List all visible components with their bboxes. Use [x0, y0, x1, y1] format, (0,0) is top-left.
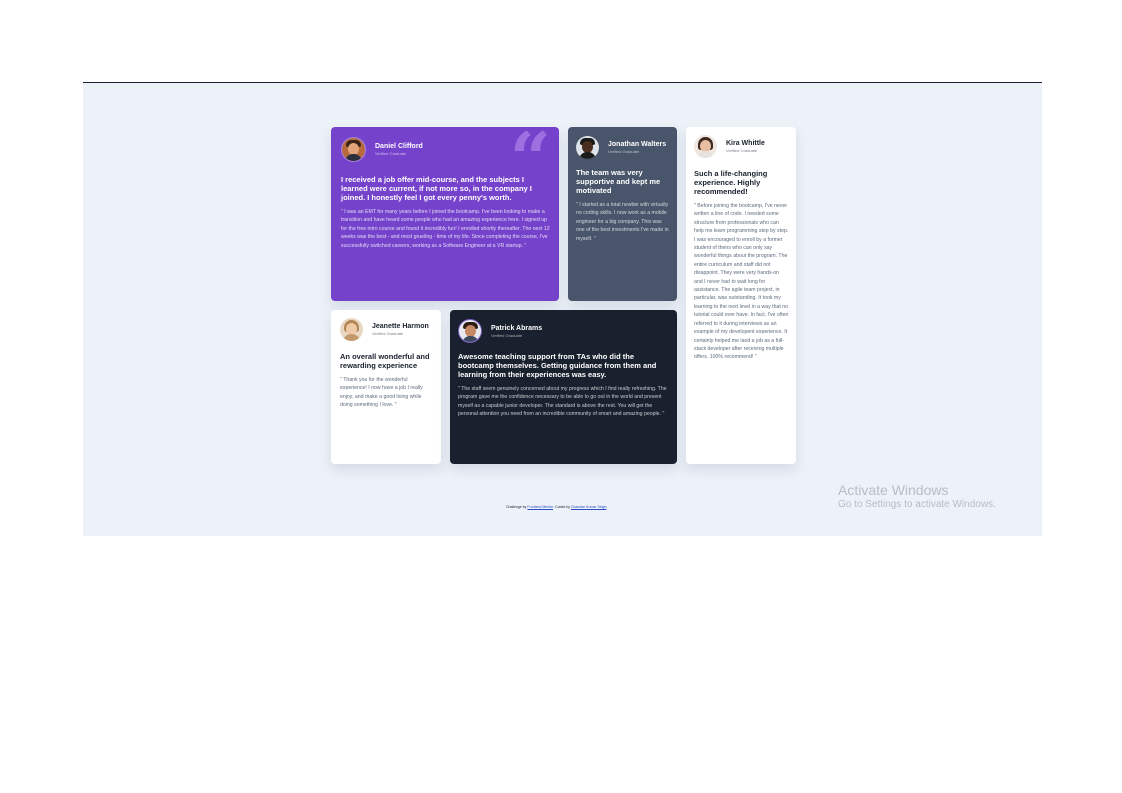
- watermark-subtitle: Go to Settings to activate Windows.: [838, 499, 996, 510]
- testimonial-card-patrick: Patrick Abrams Verified Graduate Awesome…: [450, 310, 677, 464]
- card-header: Daniel Clifford Verified Graduate: [341, 137, 549, 162]
- author-name: Kira Whittle: [726, 140, 765, 147]
- verified-badge: Verified Graduate: [372, 331, 404, 336]
- watermark-title: Activate Windows: [838, 482, 949, 498]
- verified-badge: Verified Graduate: [491, 332, 523, 338]
- card-header: Patrick Abrams Verified Graduate: [458, 319, 669, 343]
- card-header: Jonathan Walters Verified Graduate: [576, 136, 669, 159]
- testimonial-headline: Such a life-changing experience. Highly …: [694, 169, 768, 196]
- author-name: Jonathan Walters: [608, 141, 667, 148]
- verified-badge: Verified Graduate: [726, 148, 758, 153]
- author-name: Jeanette Harmon: [372, 323, 429, 330]
- avatar-jeanette: [340, 318, 363, 341]
- testimonial-headline: An overall wonderful and rewarding exper…: [340, 352, 430, 370]
- attribution: Challenge by Frontend Mentor. Coded by C…: [506, 505, 607, 509]
- avatar-patrick: [458, 319, 482, 343]
- testimonial-card-jonathan: Jonathan Walters Verified Graduate The t…: [568, 127, 677, 301]
- card-header: Kira Whittle Verified Graduate: [694, 135, 789, 158]
- avatar-kira: [694, 135, 717, 158]
- attribution-suffix: .: [606, 505, 608, 509]
- testimonial-card-jeanette: Jeanette Harmon Verified Graduate An ove…: [331, 310, 441, 464]
- avatar-jonathan: [576, 136, 599, 159]
- verified-badge: Verified Graduate: [608, 149, 640, 154]
- verified-badge: Verified Graduate: [375, 151, 407, 156]
- author-name: Patrick Abrams: [491, 324, 543, 332]
- testimonial-headline: I received a job offer mid-course, and t…: [341, 175, 532, 202]
- attribution-prefix: Challenge by: [506, 505, 528, 509]
- avatar-daniel: [341, 137, 366, 162]
- testimonial-quote: " Before joining the bootcamp, I've neve…: [694, 203, 789, 361]
- coder-link[interactable]: Chandan Kumar Singh: [571, 505, 606, 509]
- testimonial-headline: The team was very supportive and kept me…: [576, 168, 661, 195]
- testimonial-quote: " The staff seem genuinely concerned abo…: [458, 386, 667, 418]
- author-name: Daniel Clifford: [375, 143, 423, 150]
- card-header: Jeanette Harmon Verified Graduate: [340, 318, 433, 341]
- testimonial-quote: " I started as a total newbie with virtu…: [576, 202, 669, 242]
- testimonial-quote: " I was an EMT for many years before I j…: [341, 209, 550, 249]
- testimonial-card-daniel: “ Daniel Clifford Verified Graduate I re…: [331, 127, 559, 301]
- frontend-mentor-link[interactable]: Frontend Mentor: [527, 505, 553, 509]
- attribution-middle: . Coded by: [553, 505, 571, 509]
- windows-activation-watermark: Activate Windows Go to Settings to activ…: [838, 482, 996, 512]
- testimonial-card-kira: Kira Whittle Verified Graduate Such a li…: [686, 127, 796, 464]
- testimonial-quote: " Thank you for the wonderful experience…: [340, 377, 423, 409]
- testimonial-headline: Awesome teaching support from TAs who di…: [458, 352, 657, 379]
